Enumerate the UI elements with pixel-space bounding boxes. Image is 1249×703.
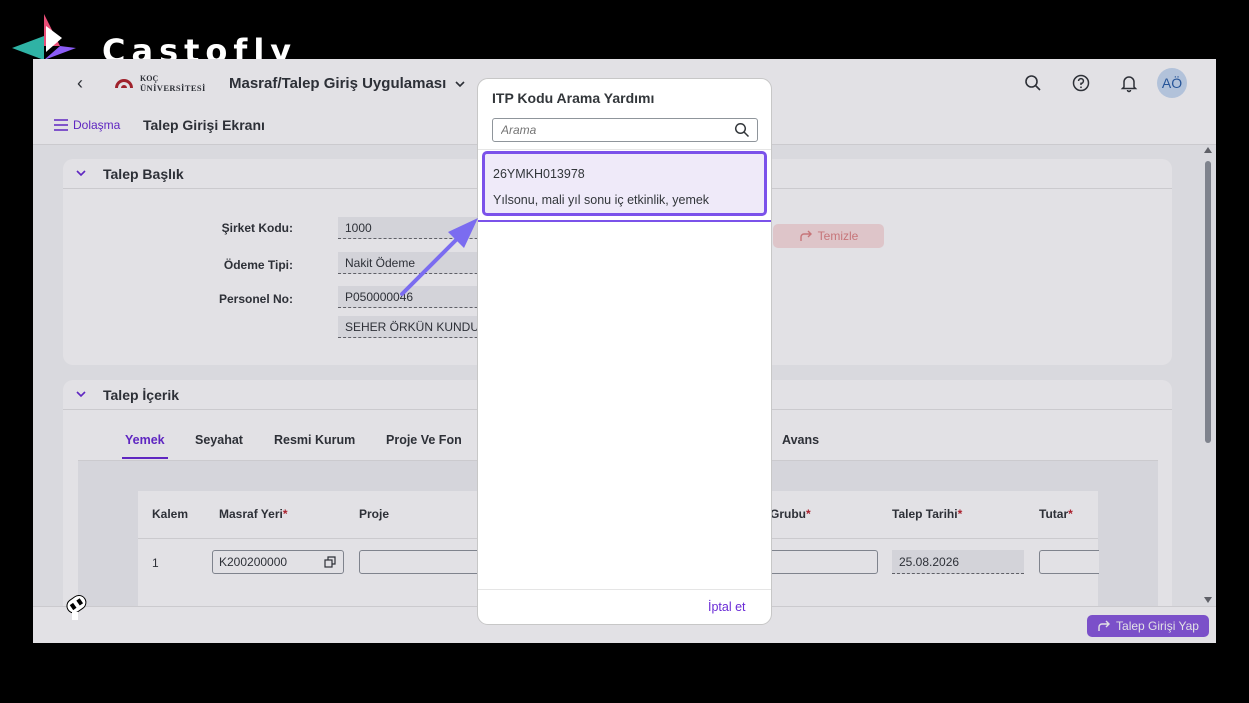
list-item[interactable]: 26YMKH013978 Yılsonu, mali yıl sonu iç e… [482,151,767,216]
itp-description: Yılsonu, mali yıl sonu iç etkinlik, yeme… [493,193,710,207]
dialog-title: ITP Kodu Arama Yardımı [492,90,655,106]
dialog-search-input[interactable] [492,118,758,142]
itp-code: 26YMKH013978 [493,167,585,181]
annotation-arrow-icon [400,218,478,296]
itp-search-dialog: ITP Kodu Arama Yardımı 26YMKH013978 Yıls… [477,78,772,625]
search-icon[interactable] [734,122,750,138]
mouse-pointer-icon [66,594,87,620]
cancel-button[interactable]: İptal et [708,600,746,614]
dialog-footer-divider [478,589,771,590]
dialog-divider [478,149,771,150]
selected-item-underline [478,220,771,222]
